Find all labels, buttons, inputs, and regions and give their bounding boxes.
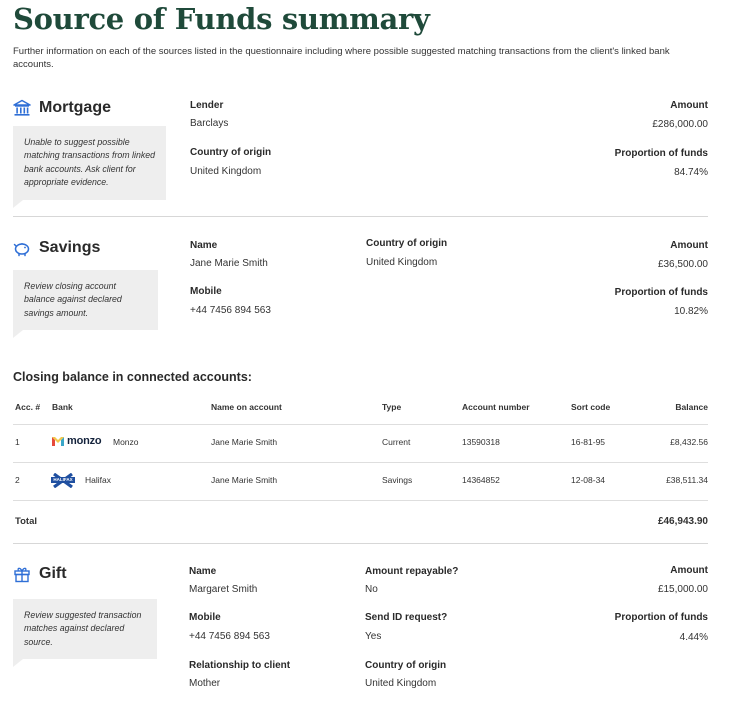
monzo-logo: monzo xyxy=(51,435,102,447)
col-header-balance: Balance xyxy=(675,402,708,412)
row1-sort-code: 16-81-95 xyxy=(571,437,606,447)
gift-send-id-label: Send ID request? xyxy=(365,612,448,623)
gift-heading-label: Gift xyxy=(39,565,67,582)
savings-amount-value: £36,500.00 xyxy=(657,259,708,270)
row2-account-number: 14364852 xyxy=(462,475,500,485)
savings-name-value: Jane Marie Smith xyxy=(190,258,268,269)
total-label: Total xyxy=(15,516,37,527)
savings-country-value: United Kingdom xyxy=(366,257,438,268)
row2-type: Savings xyxy=(382,475,413,485)
gift-mobile-label: Mobile xyxy=(189,612,221,623)
divider xyxy=(13,216,708,217)
row2-balance: £38,511.34 xyxy=(666,475,708,485)
row1-name: Jane Marie Smith xyxy=(211,437,278,447)
table-divider xyxy=(13,424,708,425)
divider xyxy=(13,543,708,544)
gift-heading: Gift xyxy=(13,565,67,583)
row2-bank: Halifax xyxy=(85,475,111,485)
gift-country-value: United Kingdom xyxy=(365,678,437,689)
mortgage-country-label: Country of origin xyxy=(190,147,272,158)
mortgage-proportion-label: Proportion of funds xyxy=(614,148,708,159)
savings-amount-label: Amount xyxy=(670,240,708,251)
row2-name: Jane Marie Smith xyxy=(211,475,278,485)
savings-mobile-value: +44 7456 894 563 xyxy=(190,305,271,316)
savings-proportion-value: 10.82% xyxy=(674,306,708,317)
col-header-bank: Bank xyxy=(52,402,73,412)
gift-repayable-value: No xyxy=(365,584,378,595)
col-header-account-number: Account number xyxy=(462,402,530,412)
mortgage-note: Unable to suggest possible matching tran… xyxy=(13,126,166,208)
mortgage-amount-value: £286,000.00 xyxy=(652,119,708,130)
row2-sort-code: 12-08-34 xyxy=(571,475,606,485)
mortgage-country-value: United Kingdom xyxy=(190,166,262,177)
gift-repayable-label: Amount repayable? xyxy=(365,566,459,577)
table-divider xyxy=(13,500,708,501)
mortgage-heading: Mortgage xyxy=(13,99,111,117)
gift-proportion-value: 4.44% xyxy=(679,632,708,643)
gift-proportion-label: Proportion of funds xyxy=(614,612,708,623)
gift-relationship-label: Relationship to client xyxy=(189,660,291,671)
mortgage-heading-label: Mortgage xyxy=(39,99,111,116)
col-header-type: Type xyxy=(382,402,402,412)
savings-note: Review closing account balance against d… xyxy=(13,270,158,339)
row2-acc: 2 xyxy=(15,475,20,485)
lender-label: Lender xyxy=(190,100,224,111)
row1-bank: Monzo xyxy=(113,437,139,447)
page-title: Source of Funds summary xyxy=(13,2,430,36)
row1-balance: £8,432.56 xyxy=(670,437,708,447)
lender-value: Barclays xyxy=(190,118,229,129)
col-header-name: Name on account xyxy=(211,402,282,412)
col-header-acc: Acc. # xyxy=(15,402,41,412)
gift-country-label: Country of origin xyxy=(365,660,447,671)
table-divider xyxy=(13,462,708,463)
row1-account-number: 13590318 xyxy=(462,437,500,447)
savings-heading-label: Savings xyxy=(39,239,101,256)
savings-proportion-label: Proportion of funds xyxy=(614,287,708,298)
row1-acc: 1 xyxy=(15,437,20,447)
savings-name-label: Name xyxy=(190,240,218,251)
halifax-logo-text: HALIFAX xyxy=(51,477,75,483)
piggy-bank-icon xyxy=(13,239,31,257)
total-value: £46,943.90 xyxy=(657,516,708,527)
gift-send-id-value: Yes xyxy=(365,631,382,642)
accounts-heading: Closing balance in connected accounts: xyxy=(13,370,252,384)
monzo-logo-text: monzo xyxy=(67,435,102,447)
monzo-logo-icon xyxy=(52,437,64,446)
gift-amount-label: Amount xyxy=(670,565,708,576)
savings-mobile-label: Mobile xyxy=(190,286,222,297)
gift-relationship-value: Mother xyxy=(189,678,221,689)
gift-amount-value: £15,000.00 xyxy=(657,584,708,595)
savings-country-label: Country of origin xyxy=(366,238,448,249)
gift-name-value: Margaret Smith xyxy=(189,584,258,595)
mortgage-amount-label: Amount xyxy=(670,100,708,111)
gift-name-label: Name xyxy=(189,566,217,577)
gift-mobile-value: +44 7456 894 563 xyxy=(189,631,270,642)
savings-heading: Savings xyxy=(13,239,100,257)
halifax-logo: HALIFAX xyxy=(51,473,75,488)
gift-icon xyxy=(13,565,31,583)
page-intro: Further information on each of the sourc… xyxy=(13,46,670,70)
col-header-sort-code: Sort code xyxy=(571,402,611,412)
bank-icon xyxy=(13,99,31,117)
mortgage-proportion-value: 84.74% xyxy=(674,167,708,178)
gift-note: Review suggested transaction matches aga… xyxy=(13,599,157,668)
row1-type: Current xyxy=(382,437,411,447)
